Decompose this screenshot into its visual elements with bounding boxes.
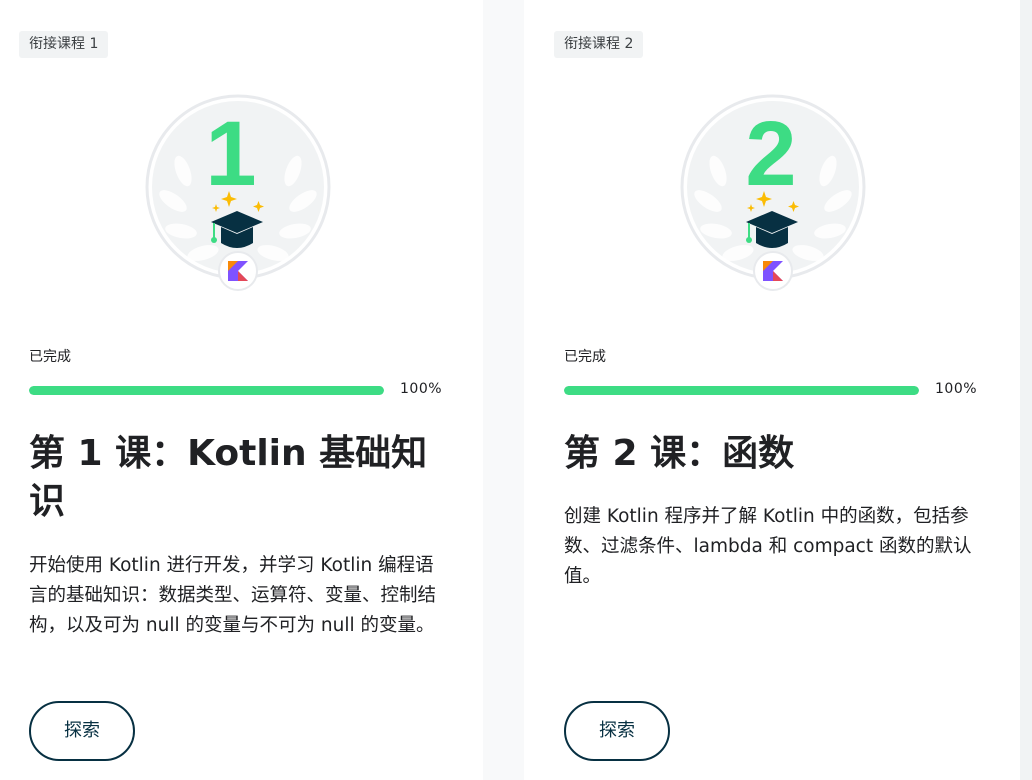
progress-percent: 100% bbox=[400, 381, 443, 397]
course-title: 第 2 课：函数 bbox=[564, 433, 795, 474]
progress-fill bbox=[564, 386, 919, 395]
explore-button[interactable]: 探索 bbox=[29, 701, 135, 761]
course-description: 开始使用 Kotlin 进行开发，并学习 Kotlin 编程语言的基础知识：数据… bbox=[29, 555, 437, 636]
course-badge: 1 bbox=[144, 93, 332, 291]
pathway-chip: 衔接课程 2 bbox=[554, 31, 644, 58]
course-card-1: 衔接课程 1 1 已完成 100% 第 1 课：Kotlin 基础知识 开始使用… bbox=[0, 0, 483, 780]
page-edge bbox=[1020, 0, 1032, 780]
badge-number: 1 bbox=[205, 103, 256, 205]
badge-number: 2 bbox=[745, 103, 796, 205]
progress-bar bbox=[29, 386, 384, 395]
course-description: 创建 Kotlin 程序并了解 Kotlin 中的函数，包括参数、过滤条件、la… bbox=[564, 506, 972, 587]
progress-fill bbox=[29, 386, 384, 395]
course-badge: 2 bbox=[679, 93, 867, 291]
completion-status: 已完成 bbox=[564, 349, 606, 365]
explore-button[interactable]: 探索 bbox=[564, 701, 670, 761]
kotlin-logo-icon bbox=[218, 251, 258, 291]
progress-bar bbox=[564, 386, 919, 395]
course-card-2: 衔接课程 2 2 已完成 100% 第 2 课：函数 创建 Kotlin 程序并… bbox=[524, 0, 1020, 780]
pathway-chip: 衔接课程 1 bbox=[19, 31, 109, 58]
progress-percent: 100% bbox=[935, 381, 978, 397]
kotlin-logo-icon bbox=[753, 251, 793, 291]
course-title: 第 1 课：Kotlin 基础知识 bbox=[29, 433, 428, 522]
completion-status: 已完成 bbox=[29, 349, 71, 365]
